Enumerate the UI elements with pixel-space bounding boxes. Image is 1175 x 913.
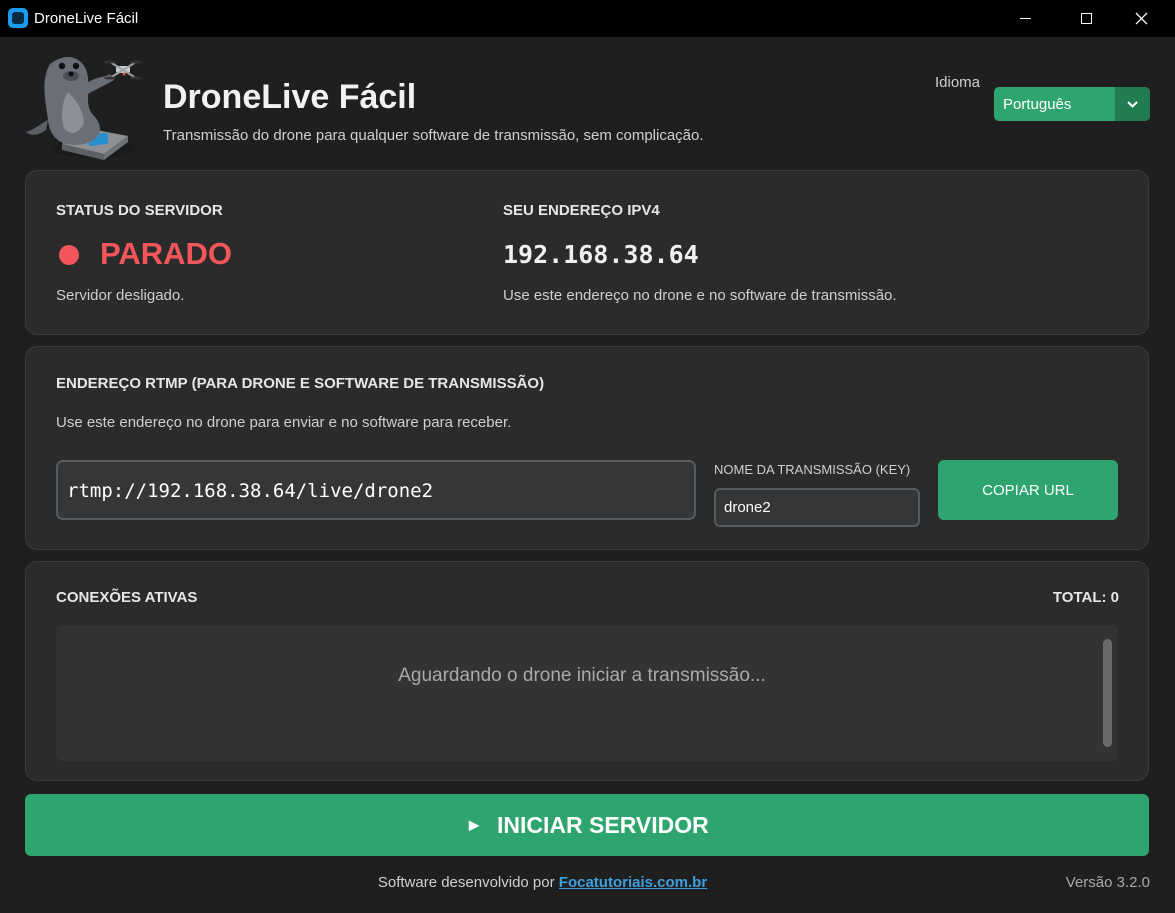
connections-list[interactable]: Aguardando o drone iniciar a transmissão… [56, 625, 1118, 761]
maximize-button[interactable] [1063, 0, 1109, 37]
minimize-icon [1019, 18, 1031, 19]
play-icon: ► [465, 814, 484, 835]
ip-address-label: SEU ENDEREÇO IPV4 [503, 202, 660, 219]
ip-address-note: Use este endereço no drone e no software… [503, 287, 897, 304]
server-status-label: STATUS DO SERVIDOR [56, 202, 223, 219]
version-label: Versão 3.2.0 [1065, 874, 1150, 891]
start-server-button[interactable]: ► INICIAR SERVIDOR [25, 794, 1149, 856]
chevron-down-icon [1127, 100, 1138, 108]
connections-scrollbar[interactable] [1103, 639, 1112, 747]
seal-with-drone-logo [26, 56, 142, 160]
connections-empty-message: Aguardando o drone iniciar a transmissão… [398, 665, 766, 686]
rtmp-url-field[interactable]: rtmp://192.168.38.64/live/drone2 [56, 460, 696, 520]
server-status-note: Servidor desligado. [56, 287, 185, 304]
server-status-value: PARADO [100, 236, 233, 271]
rtmp-url-value: rtmp://192.168.38.64/live/drone2 [67, 480, 434, 502]
footer-credit: Software desenvolvido por Focatutoriais.… [0, 874, 1085, 891]
window-title: DroneLive Fácil [34, 10, 139, 27]
language-label: Idioma [935, 74, 981, 91]
ip-address-value: 192.168.38.64 [503, 240, 699, 269]
rtmp-title: ENDEREÇO RTMP (PARA DRONE E SOFTWARE DE … [56, 375, 545, 392]
footer-prefix: Software desenvolvido por [377, 874, 555, 891]
start-server-label: INICIAR SERVIDOR [497, 811, 709, 838]
connections-total: TOTAL: 0 [1052, 589, 1119, 606]
window-titlebar: DroneLive Fácil [0, 0, 1175, 37]
app-subtitle: Transmissão do drone para qualquer softw… [163, 127, 704, 144]
copy-url-button[interactable]: COPIAR URL [938, 460, 1118, 520]
stream-key-label: NOME DA TRANSMISSÃO (KEY) [714, 462, 911, 477]
maximize-icon [1080, 13, 1092, 24]
minimize-button[interactable] [1002, 0, 1048, 37]
language-dropdown-button[interactable] [1115, 87, 1150, 121]
active-connections-title: CONEXÕES ATIVAS [56, 589, 198, 606]
app-title: DroneLive Fácil [163, 78, 417, 116]
rtmp-description: Use este endereço no drone para enviar e… [56, 414, 512, 431]
close-button[interactable] [1118, 0, 1164, 37]
stream-key-input[interactable] [714, 488, 920, 527]
language-select[interactable]: Português [994, 87, 1150, 121]
app-icon [8, 8, 28, 28]
close-icon [1135, 12, 1147, 25]
language-select-value: Português [1003, 96, 1072, 113]
drone-icon [104, 60, 142, 80]
status-dot-icon [59, 245, 79, 265]
footer-link[interactable]: Focatutoriais.com.br [559, 874, 707, 891]
